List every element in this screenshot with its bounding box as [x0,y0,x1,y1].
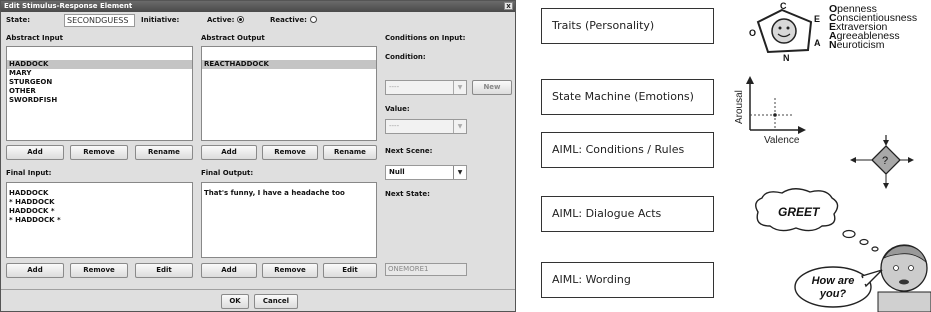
arousal-label: Arousal [734,90,745,124]
pentagon-label-a: A [814,38,821,48]
pentagon-label-n: N [783,53,790,63]
thought-text: GREET [778,205,821,219]
pentagon-label-c: C [780,1,787,11]
speech-bubble: How are you? [794,266,883,308]
valence-arousal-axes: Arousal Valence [734,76,806,146]
thought-bubble: GREET [755,188,879,252]
valence-label: Valence [764,135,800,146]
decision-diamond-icon: ? [850,135,914,189]
pentagon-label-o: O [749,28,756,38]
diagram-graphics: C E A N O Arousal Valence ? GREET How ar… [734,1,931,312]
speech-text-line-2: you? [819,288,847,300]
personality-pentagon-icon: C E A N O [749,1,821,63]
speech-text-line-1: How are [812,275,855,287]
pentagon-label-e: E [814,14,820,24]
character-face-icon [877,244,931,312]
decision-label: ? [882,155,888,167]
